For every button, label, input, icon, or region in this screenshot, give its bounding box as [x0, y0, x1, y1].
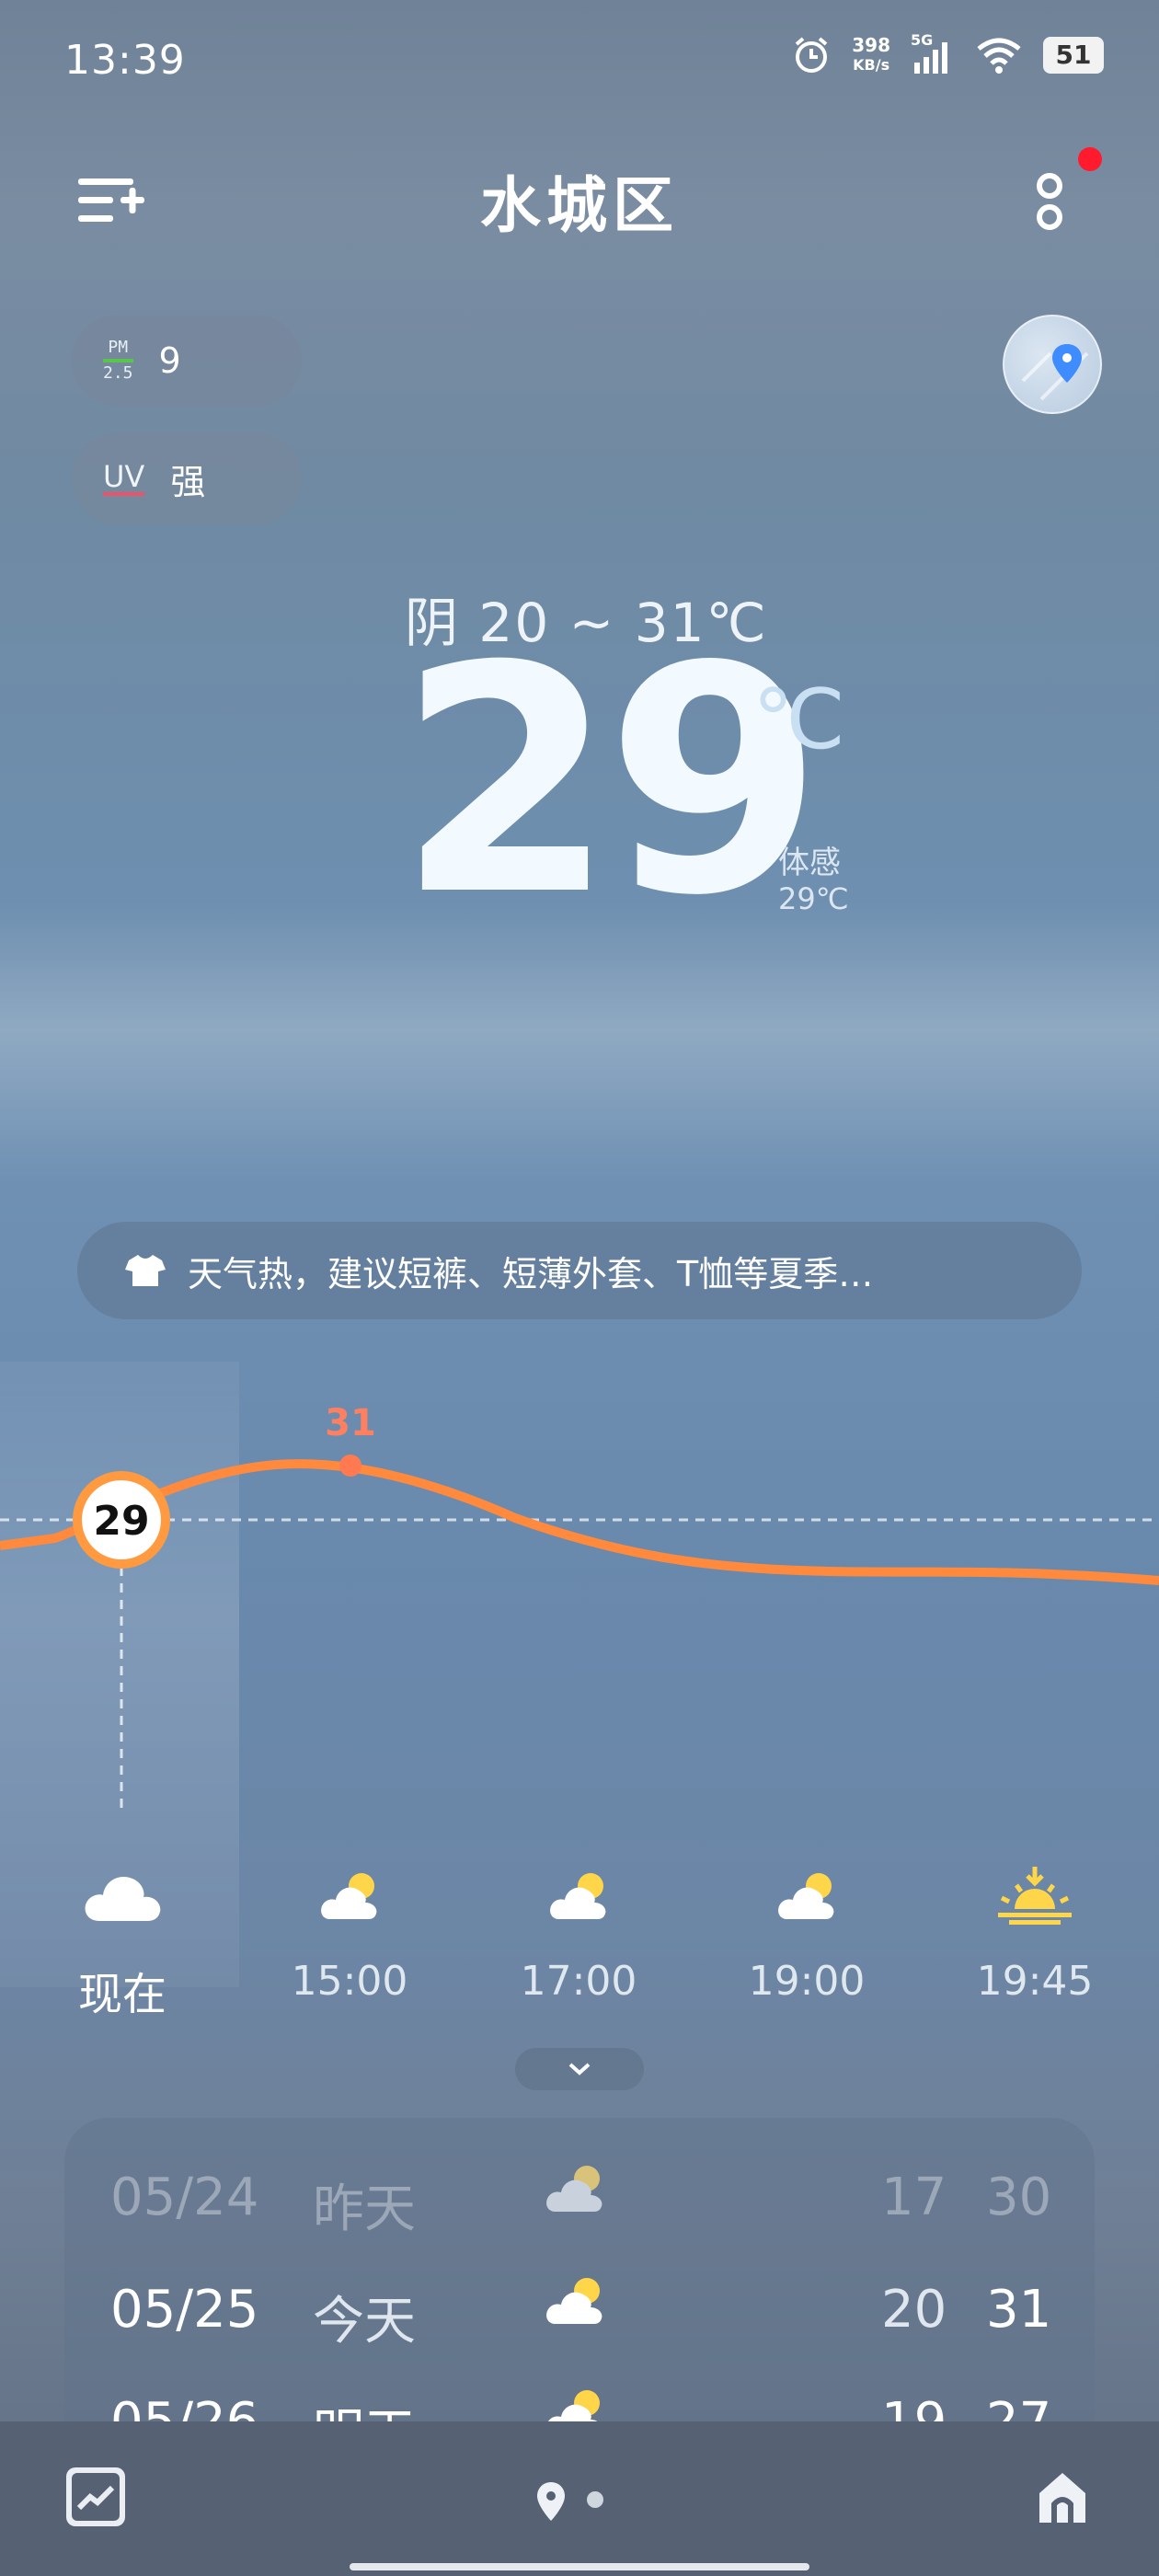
page-indicator-dot: [587, 2491, 603, 2508]
city-title: 水城区: [480, 170, 679, 241]
chevron-down-icon: [568, 2063, 591, 2076]
location-pin-icon: [1021, 344, 1089, 401]
partly-cloudy-icon: [543, 2162, 607, 2226]
pm-label-bottom: 2.5: [103, 363, 133, 383]
day-date: 05/24: [110, 2168, 259, 2227]
partly-cloudy-icon: [550, 1873, 606, 1919]
pm25-label: PM 2.5: [103, 339, 133, 383]
more-options-button[interactable]: [1027, 166, 1073, 239]
daily-row[interactable]: 05/25 今天 20 31: [64, 2267, 1095, 2359]
hour-item[interactable]: 19:00: [696, 1858, 917, 2005]
uv-chip[interactable]: UV 强: [72, 432, 302, 524]
day-date: 05/25: [110, 2280, 259, 2340]
location-pin-icon[interactable]: [535, 2480, 567, 2523]
hour-label: 19:45: [976, 1958, 1094, 2005]
daily-row[interactable]: 05/24 昨天 17 30: [64, 2155, 1095, 2247]
pm25-chip[interactable]: PM 2.5 9: [72, 315, 302, 407]
status-time: 13:39: [64, 37, 186, 84]
expand-hourly-button[interactable]: [515, 2048, 644, 2090]
hour-item-now[interactable]: 现在: [12, 1858, 233, 2022]
hour-label: 17:00: [520, 1958, 637, 2005]
partly-cloudy-icon: [321, 1873, 377, 1919]
bottom-bar: [0, 2421, 1159, 2576]
speed-value: 398: [852, 34, 890, 56]
hour-item-sunset[interactable]: 19:45: [924, 1858, 1145, 2005]
hour-item[interactable]: 15:00: [239, 1858, 460, 2005]
current-marker-label: 29: [93, 1498, 149, 1545]
day-high: 30: [986, 2168, 1052, 2227]
home-icon[interactable]: [1032, 2467, 1093, 2528]
map-button[interactable]: [1003, 315, 1102, 414]
uv-value: 强: [170, 461, 206, 502]
feels-like-label: 体感: [778, 845, 841, 881]
partly-cloudy-icon: [778, 1873, 834, 1919]
day-low: 17: [881, 2168, 947, 2227]
trend-icon: [72, 2473, 120, 2521]
partly-cloudy-icon: [543, 2274, 607, 2339]
day-low: 20: [881, 2280, 947, 2340]
wifi-icon: [977, 38, 1021, 74]
gesture-bar: [350, 2563, 809, 2570]
temperature-unit: ℃: [752, 672, 846, 768]
alarm-icon: [795, 37, 828, 73]
hourly-temperature-chart: 31 29: [0, 1402, 1159, 1812]
suggestion-text: 天气热，建议短裤、短薄外套、T恤等夏季…: [188, 1253, 874, 1294]
feels-like-value: 29℃: [778, 881, 849, 916]
sunset-icon: [998, 1867, 1072, 1925]
notification-dot: [1078, 147, 1102, 171]
status-icons: 398 KB/s 5G 51: [791, 31, 1104, 75]
temperature-curve: [0, 1459, 1159, 1585]
clothing-suggestion[interactable]: 天气热，建议短裤、短薄外套、T恤等夏季…: [77, 1222, 1082, 1319]
pm25-value: 9: [158, 340, 181, 381]
day-high: 31: [986, 2280, 1052, 2340]
speed-unit: KB/s: [853, 56, 890, 74]
signal-icon: 5G: [911, 31, 955, 75]
network-speed: 398 KB/s: [852, 35, 890, 75]
hour-label: 15:00: [291, 1958, 408, 2005]
uv-label: UV: [103, 459, 145, 496]
hour-label: 19:00: [748, 1958, 866, 2005]
peak-label: 31: [325, 1402, 376, 1444]
hour-label: 现在: [77, 1969, 166, 2020]
trend-chart-button[interactable]: [66, 2467, 125, 2526]
pm-level-bar: [103, 359, 133, 362]
day-name: 昨天: [313, 2179, 416, 2239]
hour-item[interactable]: 17:00: [468, 1858, 689, 2005]
pm-label-top: PM: [108, 338, 129, 357]
tshirt-icon: [125, 1255, 166, 1286]
daily-forecast-card: 05/24 昨天 17 30 05/25 今天 20 31 05/26 明天 1…: [64, 2118, 1095, 2449]
battery-indicator: 51: [1043, 37, 1104, 74]
day-name: 今天: [313, 2292, 416, 2352]
peak-point: [339, 1455, 361, 1477]
cloud-icon: [85, 1877, 161, 1921]
